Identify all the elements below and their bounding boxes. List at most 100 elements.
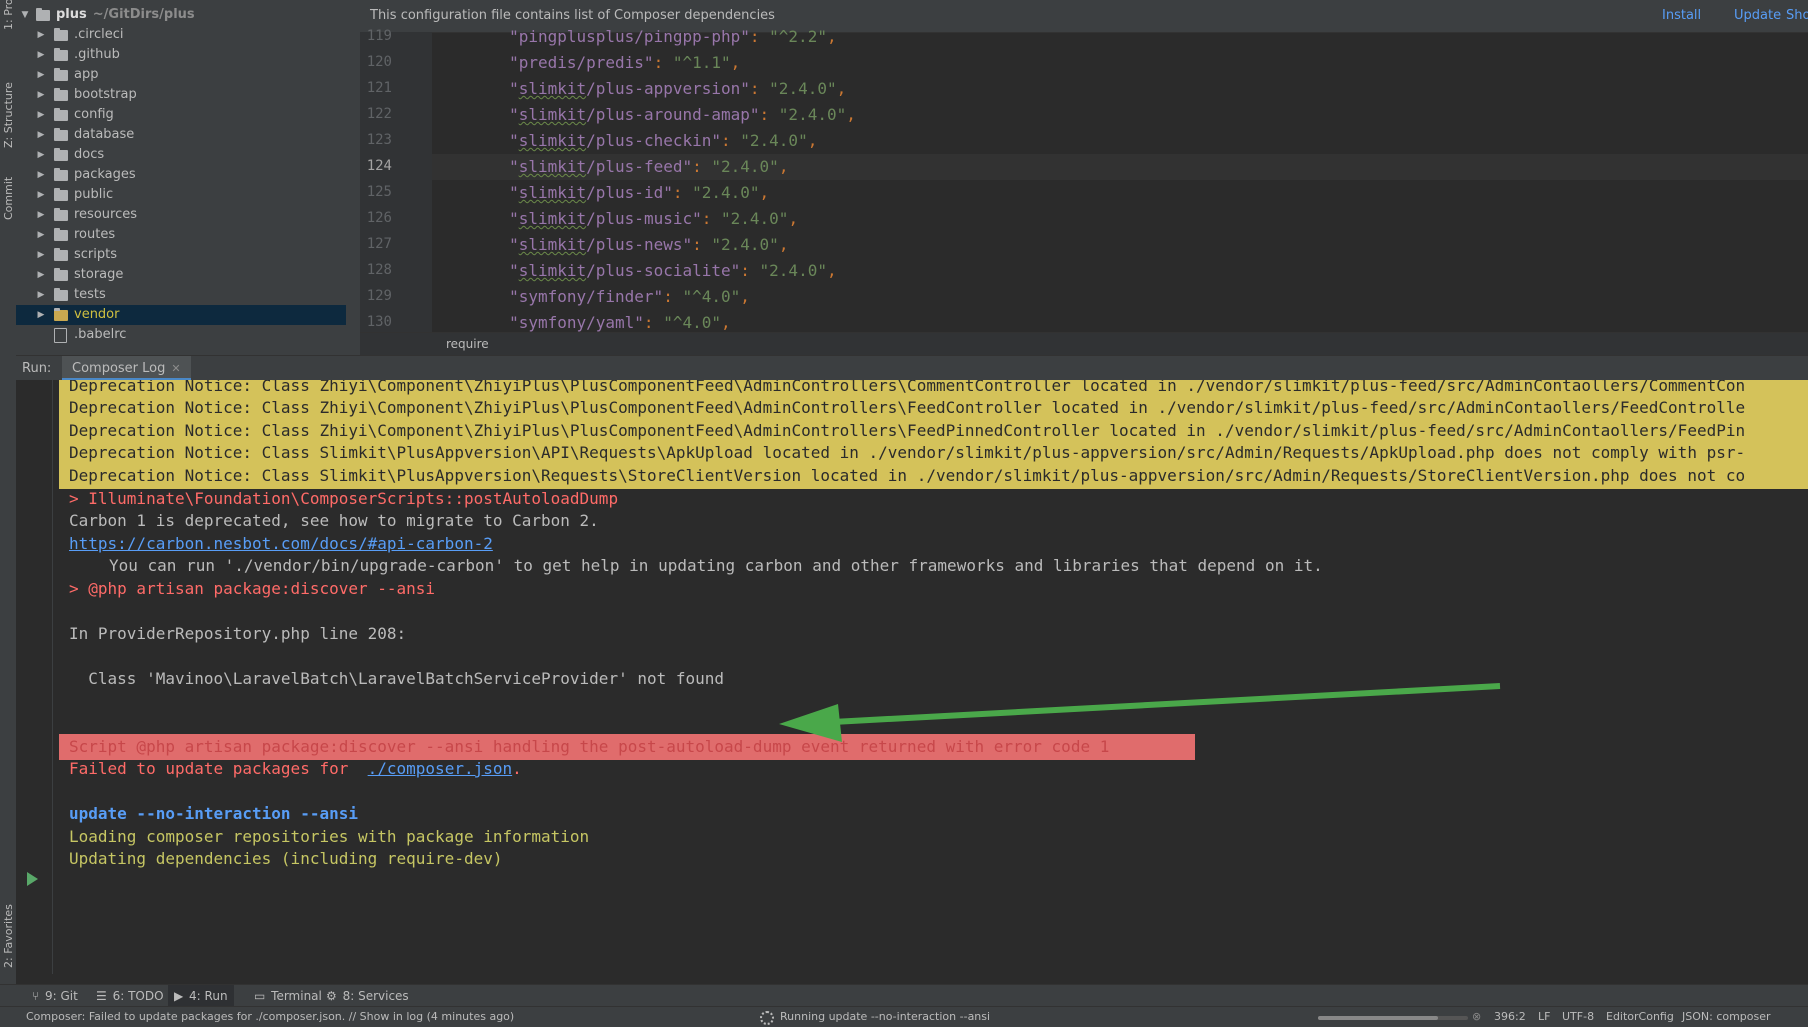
json-schema[interactable]: JSON: composer <box>1682 1007 1771 1027</box>
code-line[interactable]: "slimkit/plus-around-amap": "2.4.0", <box>432 102 1808 128</box>
tree-item[interactable]: .babelrc <box>16 325 360 345</box>
commit-tool-tab[interactable]: Commit <box>0 165 16 225</box>
chevron-right-icon[interactable]: ▶ <box>36 225 46 245</box>
json-key-quote: " <box>509 79 519 98</box>
tree-item[interactable]: ▶ public <box>16 185 360 205</box>
chevron-right-icon[interactable]: ▶ <box>36 125 46 145</box>
tool-window-label: 9: Git <box>45 989 78 1003</box>
line-number: 121 <box>366 80 392 96</box>
line-separator[interactable]: LF <box>1538 1007 1550 1027</box>
caret-position[interactable]: 396:2 <box>1494 1007 1526 1027</box>
tool-window-6-todo[interactable]: ☰ 6: TODO <box>90 985 170 1007</box>
favorites-tool-tab[interactable]: 2: Favorites <box>0 890 16 970</box>
json-value: "2.4.0" <box>711 157 779 176</box>
chevron-right-icon[interactable]: ▶ <box>36 305 46 325</box>
tree-item[interactable]: ▶ vendor <box>16 305 346 325</box>
chevron-right-icon[interactable]: ▶ <box>36 285 46 305</box>
tree-item[interactable]: ▶ packages <box>16 165 360 185</box>
colon: : <box>721 131 741 150</box>
chevron-right-icon[interactable]: ▶ <box>36 105 46 125</box>
running-task[interactable]: Running update --no-interaction --ansi <box>780 1007 990 1027</box>
code-line[interactable]: "slimkit/plus-music": "2.4.0", <box>432 206 1808 232</box>
line-number: 120 <box>366 54 392 70</box>
line-number: 122 <box>366 106 392 122</box>
tree-item[interactable]: ▶ database <box>16 125 360 145</box>
status-message[interactable]: Composer: Failed to update packages for … <box>26 1007 514 1027</box>
console-output: Deprecation Notice: Class Zhiyi\Componen… <box>53 380 1808 974</box>
tool-window-4-run[interactable]: ▶ 4: Run <box>168 985 234 1007</box>
tree-item[interactable]: ▶ config <box>16 105 360 125</box>
tool-window-label: Terminal <box>271 989 322 1003</box>
editorconfig-indicator[interactable]: EditorConfig <box>1606 1007 1674 1027</box>
chevron-right-icon[interactable]: ▶ <box>36 245 46 265</box>
json-key-quote: " <box>509 183 519 202</box>
tree-item[interactable]: ▶ resources <box>16 205 360 225</box>
line-number: 119 <box>366 28 392 44</box>
json-value: "2.4.0" <box>692 183 760 202</box>
json-key-vendor: slimkit <box>518 261 587 280</box>
tree-item-label: storage <box>74 267 124 282</box>
project-tool-tab[interactable]: 1: Project <box>0 0 16 60</box>
tab-composer-log[interactable]: Composer Log ✕ <box>62 356 191 381</box>
tree-item[interactable]: ▶ tests <box>16 285 360 305</box>
progress-fill <box>1318 1016 1438 1020</box>
chevron-right-icon[interactable]: ▶ <box>36 145 46 165</box>
folder-icon <box>54 308 68 321</box>
tree-item[interactable]: ▶ storage <box>16 265 360 285</box>
cancel-icon[interactable]: ⊗ <box>1472 1007 1481 1027</box>
breadcrumb-item[interactable]: require <box>446 333 489 356</box>
tree-item[interactable]: ▶ routes <box>16 225 360 245</box>
tree-item[interactable]: ▶ scripts <box>16 245 360 265</box>
line-number: 123 <box>366 132 392 148</box>
folder-icon <box>54 268 68 281</box>
json-key: "pingplusplus/pingpp-php" <box>509 27 750 46</box>
file-encoding[interactable]: UTF-8 <box>1562 1007 1594 1027</box>
json-key: "symfony/yaml" <box>509 313 644 332</box>
tree-item-label: vendor <box>74 307 120 322</box>
tree-item[interactable]: ▶ .github <box>16 45 360 65</box>
code-line[interactable]: "slimkit/plus-news": "2.4.0", <box>432 232 1808 258</box>
code-line[interactable]: "slimkit/plus-socialite": "2.4.0", <box>432 258 1808 284</box>
chevron-right-icon[interactable]: ▶ <box>36 65 46 85</box>
tree-item-label: docs <box>74 147 105 162</box>
code-line[interactable]: "pingplusplus/pingpp-php": "^2.2", <box>432 24 1808 50</box>
chevron-right-icon[interactable]: ▶ <box>36 25 46 45</box>
chevron-right-icon[interactable]: ▶ <box>36 45 46 65</box>
tool-window-9-git[interactable]: ⑂ 9: Git <box>26 985 84 1007</box>
code-line[interactable]: "slimkit/plus-checkin": "2.4.0", <box>432 128 1808 154</box>
tree-item[interactable]: ▶ docs <box>16 145 360 165</box>
chevron-right-icon[interactable]: ▶ <box>36 265 46 285</box>
tree-item[interactable]: ▶ app <box>16 65 360 85</box>
chevron-down-icon[interactable]: ▼ <box>20 5 30 25</box>
chevron-right-icon[interactable]: ▶ <box>36 165 46 185</box>
json-key: "slimkit/plus-music" <box>509 209 702 228</box>
json-key-quote: " <box>509 235 519 254</box>
json-key-quote: " <box>509 131 519 150</box>
branch-icon: ⑂ <box>32 989 44 1003</box>
folder-icon <box>54 88 68 101</box>
tree-root[interactable]: ▼ plus ~/GitDirs/plus <box>16 5 360 25</box>
play-icon[interactable] <box>27 872 38 886</box>
tree-item-label: app <box>74 67 99 82</box>
colon: : <box>663 287 683 306</box>
code-line[interactable]: "slimkit/plus-appversion": "2.4.0", <box>432 76 1808 102</box>
code-line[interactable]: "slimkit/plus-feed": "2.4.0", <box>432 154 1808 180</box>
code-line[interactable]: "predis/predis": "^1.1", <box>432 50 1808 76</box>
structure-tool-tab[interactable]: Z: Structure <box>0 70 16 150</box>
progress-bar <box>1318 1016 1468 1020</box>
chevron-right-icon[interactable]: ▶ <box>36 185 46 205</box>
breadcrumb[interactable]: require <box>360 332 1808 356</box>
folder-icon <box>54 128 68 141</box>
tool-window-8-services[interactable]: ⚙ 8: Services <box>320 985 415 1007</box>
chevron-right-icon[interactable]: ▶ <box>36 85 46 105</box>
tree-item[interactable]: ▶ .circleci <box>16 25 360 45</box>
chevron-right-icon[interactable]: ▶ <box>36 205 46 225</box>
tool-window-terminal[interactable]: ▭ Terminal <box>248 985 328 1007</box>
code-line[interactable]: "symfony/finder": "^4.0", <box>432 284 1808 310</box>
code-line[interactable]: "slimkit/plus-id": "2.4.0", <box>432 180 1808 206</box>
tree-item[interactable]: ▶ bootstrap <box>16 85 360 105</box>
tree-item-label: .circleci <box>74 27 124 42</box>
json-key-vendor: slimkit <box>518 157 587 176</box>
line-number: 127 <box>366 236 392 252</box>
close-icon[interactable]: ✕ <box>171 362 180 375</box>
